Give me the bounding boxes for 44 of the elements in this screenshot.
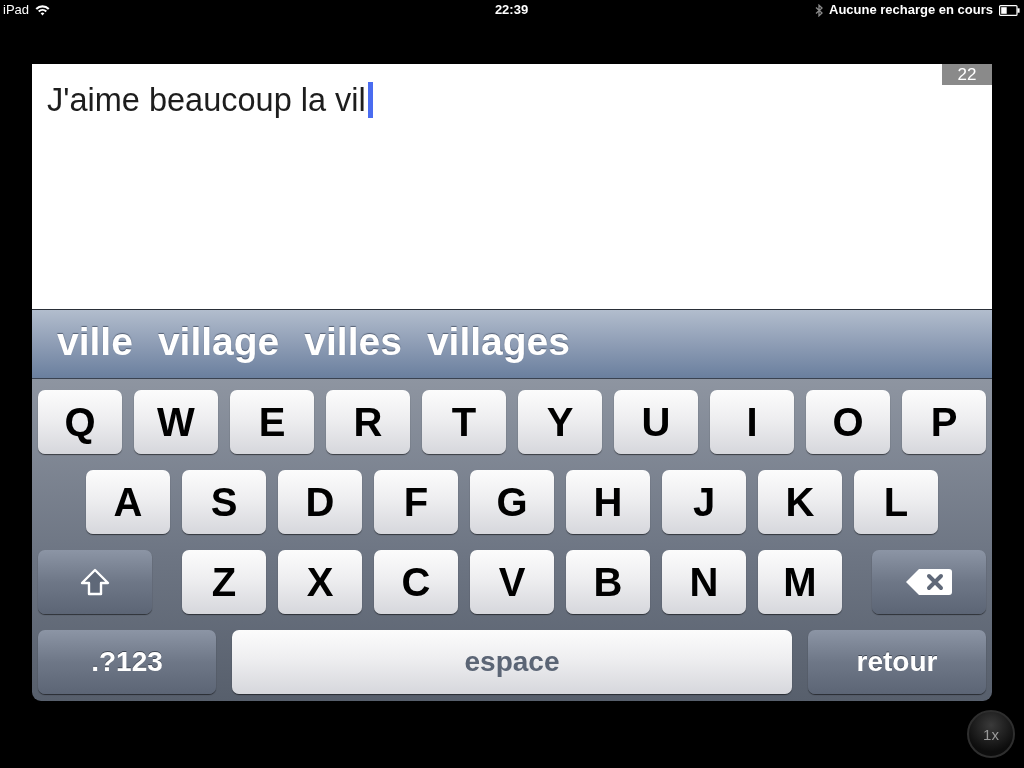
letter-key[interactable]: F (374, 470, 458, 534)
bluetooth-icon (815, 3, 823, 17)
letter-key[interactable]: P (902, 390, 986, 454)
letter-key[interactable]: Q (38, 390, 122, 454)
typed-text: J'aime beaucoup la vil (47, 82, 366, 118)
letter-key[interactable]: W (134, 390, 218, 454)
charging-status: Aucune recharge en cours (829, 2, 993, 18)
battery-icon (999, 4, 1020, 16)
letter-key[interactable]: N (662, 550, 746, 614)
character-counter: 22 (942, 64, 992, 85)
letter-key[interactable]: H (566, 470, 650, 534)
letter-key[interactable]: Z (182, 550, 266, 614)
letter-key[interactable]: G (470, 470, 554, 534)
letter-key[interactable]: U (614, 390, 698, 454)
letter-key[interactable]: J (662, 470, 746, 534)
backspace-icon (905, 568, 953, 596)
letter-key[interactable]: T (422, 390, 506, 454)
shift-key[interactable] (38, 550, 152, 614)
zoom-button[interactable]: 1x (967, 710, 1015, 758)
letter-key[interactable]: A (86, 470, 170, 534)
letter-key[interactable]: S (182, 470, 266, 534)
letter-key[interactable]: L (854, 470, 938, 534)
letter-key[interactable]: X (278, 550, 362, 614)
return-key[interactable]: retour (808, 630, 986, 694)
space-key[interactable]: espace (232, 630, 792, 694)
letter-key[interactable]: C (374, 550, 458, 614)
wifi-icon (35, 4, 51, 16)
letter-key[interactable]: M (758, 550, 842, 614)
clock: 22:39 (494, 2, 529, 18)
shift-arrow-icon (80, 568, 110, 596)
letter-key[interactable]: D (278, 470, 362, 534)
letter-key[interactable]: B (566, 550, 650, 614)
device-name: iPad (3, 2, 30, 18)
letter-key[interactable]: Y (518, 390, 602, 454)
letter-key[interactable]: K (758, 470, 842, 534)
delete-key[interactable] (872, 550, 986, 614)
letter-key[interactable]: V (470, 550, 554, 614)
numbers-key[interactable]: .?123 (38, 630, 216, 694)
letter-key[interactable]: I (710, 390, 794, 454)
text-cursor-icon (367, 82, 373, 118)
letter-key[interactable]: E (230, 390, 314, 454)
letter-key[interactable]: O (806, 390, 890, 454)
text-input-field[interactable]: J'aime beaucoup la vil 22 (32, 64, 992, 310)
letter-key[interactable]: R (326, 390, 410, 454)
